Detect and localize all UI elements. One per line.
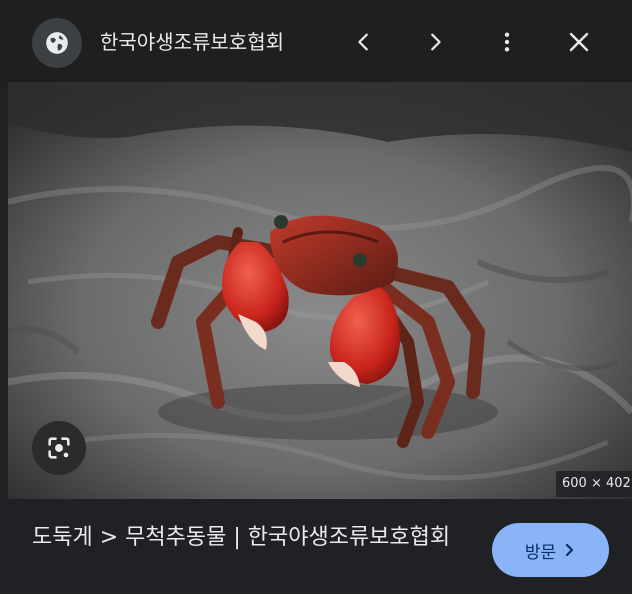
visit-button[interactable]: 방문 xyxy=(492,523,609,577)
lens-search-button[interactable] xyxy=(32,421,86,475)
viewer-footer: 도둑게 > 무척추동물 | 한국야생조류보호협회 방문 xyxy=(0,499,632,594)
image-viewer-panel: 한국야생조류보호협회 600 × 402 도둑게 > 무척추동물 | 한국야생조… xyxy=(0,0,632,594)
close-icon xyxy=(569,32,589,52)
more-vert-icon xyxy=(504,32,510,52)
chevron-left-icon xyxy=(358,33,368,51)
next-button[interactable] xyxy=(415,22,455,62)
viewer-header: 한국야생조류보호협회 xyxy=(0,0,632,82)
globe-icon xyxy=(46,32,68,54)
chevron-right-icon xyxy=(431,33,441,51)
close-button[interactable] xyxy=(559,22,599,62)
preview-image[interactable] xyxy=(8,82,632,499)
previous-button[interactable] xyxy=(344,22,384,62)
image-caption-link[interactable]: 도둑게 > 무척추동물 | 한국야생조류보호협회 xyxy=(32,521,472,555)
crab-photo xyxy=(8,82,632,499)
site-title[interactable]: 한국야생조류보호협회 xyxy=(100,28,284,56)
image-dimensions-badge: 600 × 402 xyxy=(556,471,632,497)
site-favicon xyxy=(32,18,82,68)
chevron-right-icon xyxy=(566,543,574,557)
more-options-button[interactable] xyxy=(487,22,527,62)
lens-search-icon xyxy=(48,437,70,459)
visit-button-label: 방문 xyxy=(524,542,557,563)
